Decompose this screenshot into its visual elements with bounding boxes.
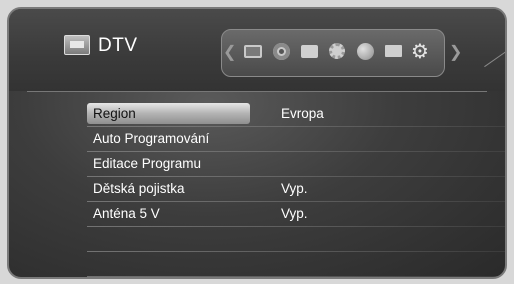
row-divider	[87, 126, 505, 127]
page-title: DTV	[98, 35, 138, 56]
chevron-left-icon[interactable]: ❮	[223, 42, 236, 62]
menu-item-region[interactable]: Region Evropa	[87, 103, 505, 127]
row-divider	[87, 151, 505, 152]
menu-item-antenna-5v[interactable]: Anténa 5 V Vyp.	[87, 205, 505, 227]
menu-item-value: Vyp.	[281, 181, 308, 196]
dtv-app-icon	[64, 35, 90, 55]
empty-menu-row	[87, 255, 505, 277]
folder-icon[interactable]	[383, 41, 403, 61]
menu-item-edit-program[interactable]: Editace Programu	[87, 155, 505, 177]
header-divider	[27, 91, 487, 92]
network-icon[interactable]	[355, 41, 375, 61]
menu-item-label: Region	[93, 106, 136, 121]
dtv-settings-screen: DTV ❮ ❯ ⚙ Region Evropa Auto Programován…	[7, 7, 507, 279]
menu-item-value: Evropa	[281, 106, 324, 121]
row-divider	[87, 201, 505, 202]
menu-item-label: Dětská pojistka	[93, 181, 185, 196]
music-icon[interactable]	[327, 41, 347, 61]
row-divider	[87, 276, 505, 277]
chevron-right-icon[interactable]: ❯	[449, 42, 462, 62]
menu-item-label: Auto Programování	[93, 131, 210, 146]
menu-item-label: Anténa 5 V	[93, 206, 160, 221]
menu-item-value: Vyp.	[281, 206, 308, 221]
menu-item-child-lock[interactable]: Dětská pojistka Vyp.	[87, 180, 505, 202]
menu-item-auto-programming[interactable]: Auto Programování	[87, 130, 505, 152]
row-divider	[87, 226, 505, 227]
photo-icon[interactable]	[299, 41, 319, 61]
row-divider	[87, 176, 505, 177]
menu-item-label: Editace Programu	[93, 156, 202, 171]
tv-icon[interactable]	[243, 41, 263, 61]
empty-menu-row	[87, 230, 505, 252]
settings-gear-icon[interactable]: ⚙	[410, 41, 430, 61]
disc-icon[interactable]	[271, 41, 291, 61]
row-divider	[87, 251, 505, 252]
